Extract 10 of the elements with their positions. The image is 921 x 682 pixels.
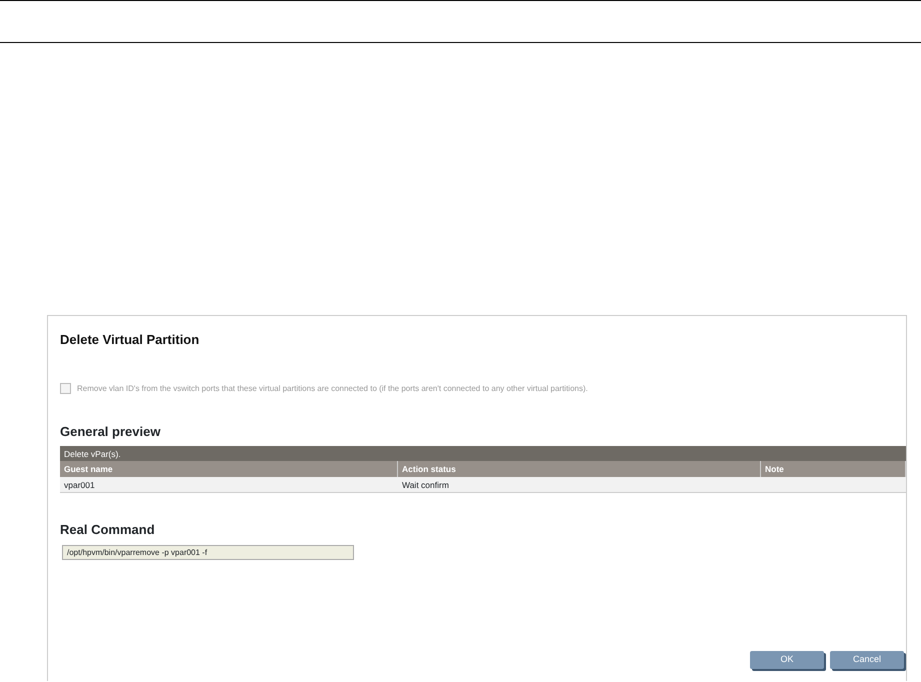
command-field: /opt/hpvm/bin/vparremove -p vpar001 -f bbox=[62, 544, 354, 560]
dialog-title: Delete Virtual Partition bbox=[60, 332, 200, 348]
table-cell-text: vpar001 bbox=[63, 479, 96, 492]
checkbox-label: Remove vlan ID's from the vswitch ports that these virtual partitions are connected to (if the ports aren't connected to any other virtual partitions). bbox=[77, 382, 588, 395]
section-heading: General preview bbox=[60, 422, 162, 441]
table-caption: Delete vPar(s). bbox=[60, 446, 906, 462]
ok-button[interactable]: OK bbox=[750, 651, 824, 669]
table-cell-text: Wait confirm bbox=[401, 479, 450, 492]
section-heading: Real Command bbox=[60, 521, 156, 540]
cancel-button[interactable]: Cancel bbox=[830, 651, 904, 669]
